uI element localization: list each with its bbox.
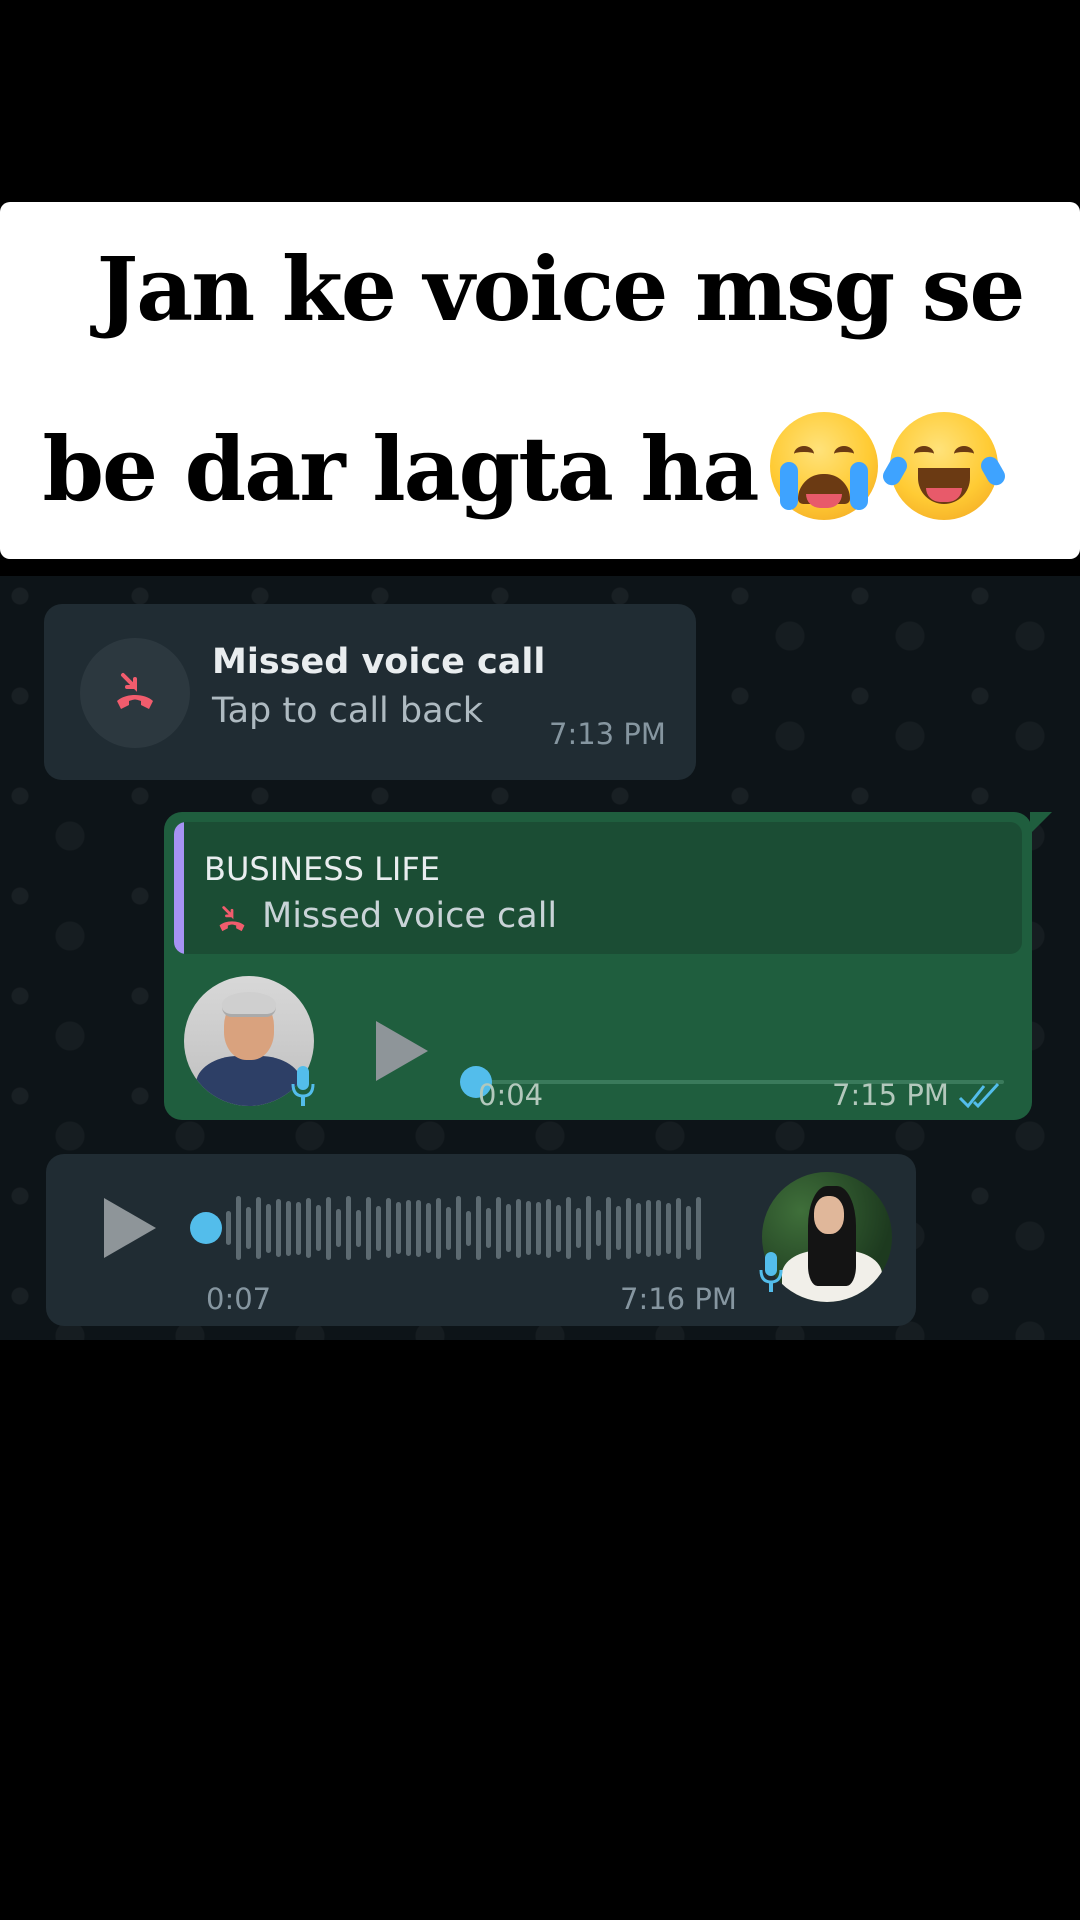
mic-icon (759, 1252, 783, 1292)
voice-waveform[interactable] (226, 1194, 766, 1262)
waveform-bar (276, 1199, 281, 1257)
waveform-bar (396, 1202, 401, 1254)
waveform-bar (586, 1196, 591, 1260)
waveform-bar (466, 1210, 471, 1246)
caption-line-2: be dar lagta ha (0, 412, 1060, 520)
mic-icon (291, 1066, 315, 1106)
waveform-bar (286, 1200, 291, 1256)
waveform-bar (446, 1206, 451, 1250)
play-button[interactable] (376, 1021, 428, 1081)
quote-bar (174, 822, 184, 954)
message-time: 7:13 PM (549, 717, 666, 751)
chat-screen: Missed voice call Tap to call back 7:13 … (0, 576, 1080, 1340)
waveform-bar (696, 1196, 701, 1260)
incoming-voice-message[interactable]: 0:07 7:16 PM (46, 1154, 916, 1326)
waveform-bar (506, 1204, 511, 1252)
voice-duration: 0:07 (206, 1282, 272, 1316)
waveform-bar (666, 1202, 671, 1254)
missed-call-icon (117, 673, 153, 709)
missed-call-message[interactable]: Missed voice call Tap to call back 7:13 … (44, 604, 696, 780)
call-back-button[interactable] (80, 638, 190, 748)
waveform-bar (456, 1196, 461, 1260)
outgoing-voice-message[interactable]: BUSINESS LIFE Missed voice call 0:04 7:1… (164, 812, 1032, 1120)
missed-call-title: Missed voice call (212, 642, 546, 682)
message-time: 7:15 PM (832, 1078, 949, 1112)
waveform-bar (326, 1196, 331, 1260)
waveform-bar (616, 1206, 621, 1250)
bubble-tail (1030, 812, 1052, 834)
waveform-bar (306, 1198, 311, 1258)
missed-call-icon (219, 906, 245, 932)
waveform-bar (526, 1201, 531, 1255)
tears-of-joy-icon (879, 412, 1008, 520)
waveform-bar (266, 1203, 271, 1253)
waveform-bar (356, 1209, 361, 1247)
waveform-bar (426, 1203, 431, 1253)
message-time: 7:16 PM (620, 1282, 737, 1316)
waveform-bar (596, 1210, 601, 1246)
play-button[interactable] (104, 1198, 156, 1258)
waveform-bar (636, 1202, 641, 1254)
quoted-message-text: Missed voice call (262, 896, 558, 936)
waveform-bar (376, 1205, 381, 1251)
waveform-bar (676, 1197, 681, 1259)
tap-to-call-back[interactable]: Tap to call back (212, 691, 483, 731)
waveform-bar (626, 1197, 631, 1259)
waveform-bar (486, 1208, 491, 1248)
waveform-bar (546, 1198, 551, 1258)
waveform-bar (366, 1196, 371, 1260)
double-check-icon (958, 1082, 1000, 1109)
waveform-bar (576, 1208, 581, 1248)
waveform-bar (406, 1200, 411, 1256)
waveform-bar (336, 1209, 341, 1247)
waveform-bar (436, 1197, 441, 1259)
waveform-bar (536, 1201, 541, 1255)
waveform-bar (566, 1197, 571, 1259)
waveform-bar (656, 1200, 661, 1256)
waveform-bar (646, 1199, 651, 1257)
waveform-bar (256, 1197, 261, 1259)
waveform-bar (226, 1211, 231, 1245)
crying-face-icon (769, 412, 878, 520)
waveform-bar (386, 1198, 391, 1258)
voice-progress-knob[interactable] (190, 1212, 222, 1244)
waveform-bar (516, 1198, 521, 1258)
waveform-bar (606, 1196, 611, 1260)
caption-line-1: Jan ke voice msg se (96, 237, 1026, 341)
waveform-bar (416, 1199, 421, 1257)
waveform-bar (316, 1205, 321, 1251)
waveform-bar (496, 1197, 501, 1259)
waveform-bar (296, 1201, 301, 1255)
waveform-bar (346, 1196, 351, 1260)
waveform-bar (246, 1207, 251, 1249)
waveform-bar (236, 1196, 241, 1260)
quoted-sender-name: BUSINESS LIFE (204, 850, 440, 888)
voice-duration: 0:04 (478, 1078, 544, 1112)
waveform-bar (556, 1204, 561, 1252)
quoted-message[interactable]: BUSINESS LIFE Missed voice call (174, 822, 1022, 954)
waveform-bar (476, 1196, 481, 1260)
waveform-bar (686, 1206, 691, 1250)
